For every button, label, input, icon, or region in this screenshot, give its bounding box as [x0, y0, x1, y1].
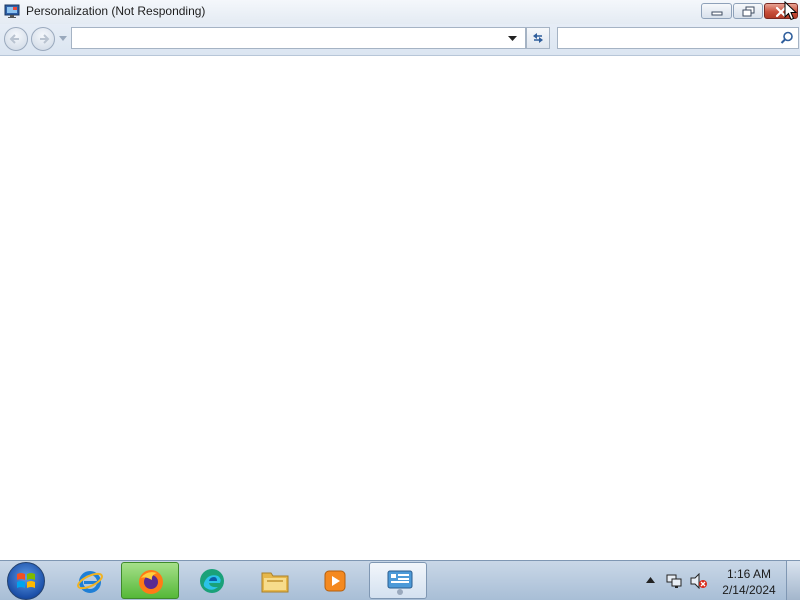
taskbar-media-player[interactable] — [306, 562, 364, 599]
chevron-down-icon[interactable] — [508, 36, 517, 42]
edge-icon — [200, 569, 224, 593]
personalization-icon — [4, 4, 20, 18]
window-title: Personalization (Not Responding) — [26, 4, 206, 18]
search-box[interactable] — [557, 27, 799, 49]
back-button[interactable] — [4, 27, 28, 51]
address-bar[interactable] — [71, 27, 526, 49]
refresh-icon — [533, 33, 543, 43]
clock-date: 2/14/2024 — [722, 583, 776, 597]
minimize-button[interactable] — [701, 3, 732, 19]
search-input[interactable] — [562, 30, 772, 46]
minimize-icon — [711, 11, 723, 16]
recent-pages-dropdown-icon[interactable] — [59, 36, 67, 42]
title-bar[interactable]: Personalization (Not Responding) — [0, 0, 800, 24]
taskbar-firefox[interactable] — [121, 562, 179, 599]
forward-button[interactable] — [31, 27, 55, 51]
navigation-bar — [0, 24, 800, 56]
windows-logo-icon — [17, 573, 35, 588]
media-player-icon — [324, 570, 346, 592]
taskbar-file-explorer[interactable] — [245, 562, 303, 599]
address-input[interactable] — [76, 30, 501, 46]
show-desktop-button[interactable] — [786, 561, 800, 600]
mouse-cursor-icon — [784, 1, 797, 21]
start-button[interactable] — [7, 562, 45, 600]
folder-icon — [261, 572, 289, 593]
ie-icon — [77, 571, 103, 593]
network-icon[interactable] — [666, 573, 682, 589]
search-icon[interactable] — [780, 31, 794, 45]
taskbar-edge[interactable] — [183, 562, 241, 599]
volume-muted-icon[interactable] — [690, 573, 708, 589]
personalization-window: Personalization (Not Responding) — [0, 0, 800, 560]
clock-time: 1:16 AM — [726, 567, 772, 581]
firefox-icon — [139, 570, 163, 594]
restore-icon — [742, 6, 755, 17]
back-arrow-icon — [9, 34, 19, 44]
refresh-button[interactable] — [526, 27, 550, 49]
forward-arrow-icon — [40, 34, 50, 44]
restore-button[interactable] — [733, 3, 763, 19]
taskbar-internet-explorer[interactable] — [61, 562, 119, 599]
taskbar: 1:16 AM 2/14/2024 — [0, 560, 800, 600]
system-clock[interactable]: 1:16 AM 2/14/2024 — [714, 566, 784, 598]
show-hidden-icons-icon[interactable] — [646, 577, 655, 583]
control-panel-icon — [387, 570, 413, 595]
content-area — [0, 56, 800, 560]
taskbar-control-panel[interactable] — [369, 562, 427, 599]
